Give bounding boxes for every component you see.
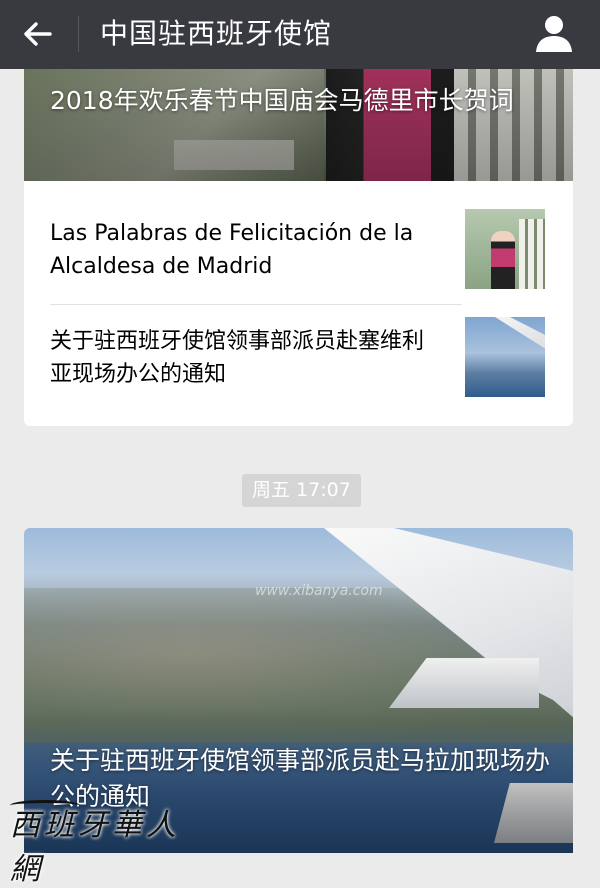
hero-article[interactable]: 2018年欢乐春节中国庙会马德里市长贺词: [24, 55, 573, 181]
profile-button[interactable]: [530, 10, 578, 58]
list-item-title: 关于驻西班牙使馆领事部派员赴塞维利亚现场办公的通知: [50, 329, 425, 387]
watermark-logo: 西班牙華人網: [10, 800, 210, 887]
list-item[interactable]: 关于驻西班牙使馆领事部派员赴塞维利亚现场办公的通知: [24, 305, 573, 415]
list-item[interactable]: Las Palabras de Felicitación de la Alcal…: [24, 197, 573, 307]
watermark-logo-text: 西班牙華人網: [10, 808, 180, 887]
list-item-title: Las Palabras de Felicitación de la Alcal…: [50, 221, 414, 279]
article-group-card: 2018年欢乐春节中国庙会马德里市长贺词 Las Palabras de Fel…: [24, 55, 573, 426]
thumbnail-wing: [495, 317, 545, 355]
header-divider: [78, 16, 79, 52]
watermark-url: www.xibanya.com: [255, 583, 383, 599]
watermark-swoosh: [10, 800, 80, 811]
hero-article-title: 2018年欢乐春节中国庙会马德里市长贺词: [50, 86, 514, 115]
top-bar: 中国驻西班牙使馆: [0, 0, 600, 69]
user-icon: [536, 16, 572, 52]
arrow-left-icon: [24, 22, 52, 46]
back-button[interactable]: [16, 12, 60, 56]
thumbnail-person: [491, 231, 515, 289]
page-title: 中国驻西班牙使馆: [100, 17, 333, 50]
airplane-wing-thumbnail: [465, 317, 545, 397]
thumbnail-fence: [519, 219, 545, 289]
timestamp-chip: 周五 17:07: [242, 474, 361, 507]
madrid-mayor-thumbnail: [465, 209, 545, 289]
